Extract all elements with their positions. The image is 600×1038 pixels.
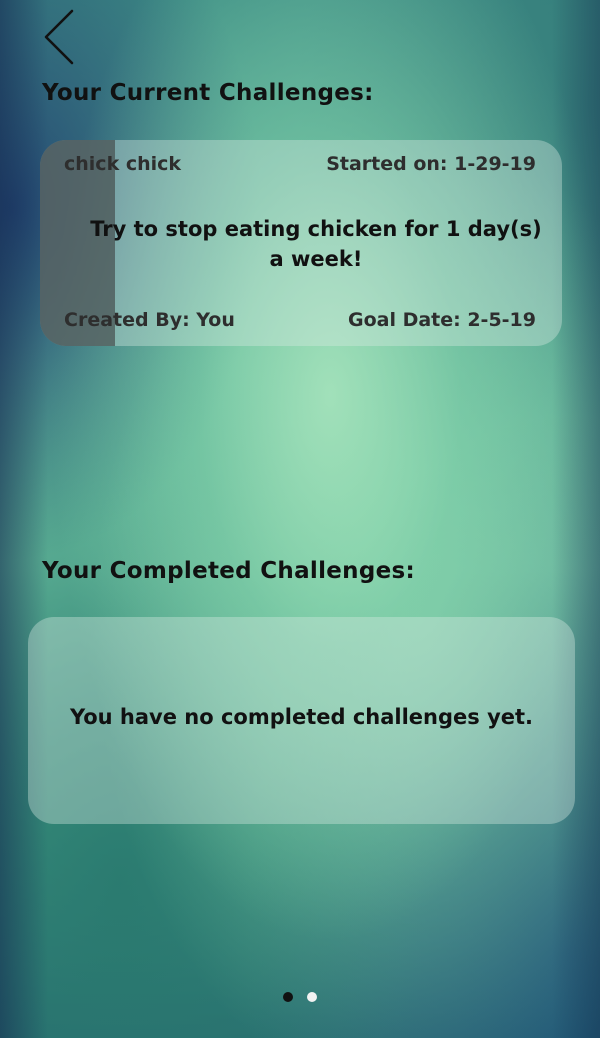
page-indicator[interactable]	[0, 992, 600, 1002]
completed-challenges-card: You have no completed challenges yet.	[28, 617, 575, 824]
current-challenge-card[interactable]: chick chick Started on: 1-29-19 Try to s…	[40, 140, 562, 346]
page-dot-2[interactable]	[307, 992, 317, 1002]
current-challenges-title: Your Current Challenges:	[42, 80, 374, 106]
chevron-left-icon	[44, 9, 74, 65]
page-dot-1[interactable]	[283, 992, 293, 1002]
challenge-start-date: Started on: 1-29-19	[326, 153, 536, 175]
challenge-name: chick chick	[64, 153, 182, 175]
back-button[interactable]	[38, 8, 82, 68]
completed-challenges-title: Your Completed Challenges:	[42, 558, 415, 584]
no-completed-challenges-message: You have no completed challenges yet.	[69, 705, 534, 729]
challenge-description: Try to stop eating chicken for 1 day(s) …	[90, 217, 542, 271]
challenge-creator: Created By: You	[64, 309, 235, 331]
challenge-goal-date: Goal Date: 2-5-19	[347, 309, 536, 331]
